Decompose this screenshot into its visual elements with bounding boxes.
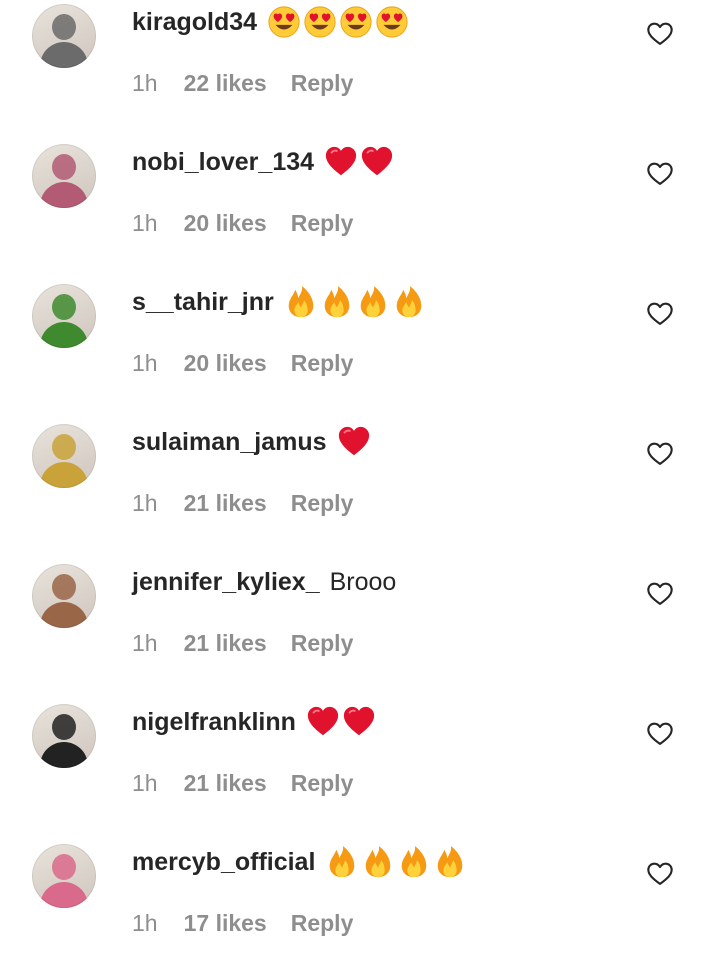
- heart-eyes-emoji: [268, 6, 300, 38]
- avatar[interactable]: [32, 844, 96, 908]
- comment-content: kiragold34: [132, 2, 409, 42]
- heart-outline-icon[interactable]: [646, 580, 674, 608]
- comment-time: 1h: [132, 909, 158, 936]
- comment-content: mercyb_official: [132, 842, 467, 882]
- avatar[interactable]: [32, 564, 96, 628]
- comment-likes[interactable]: 22 likes: [184, 70, 267, 97]
- avatar[interactable]: [32, 704, 96, 768]
- comment-meta: 1h 20 likes Reply: [132, 206, 353, 240]
- comment-time: 1h: [132, 209, 158, 236]
- fire-emoji: [396, 285, 422, 318]
- comment-text: Brooo: [330, 568, 397, 597]
- comment-time: 1h: [132, 349, 158, 376]
- comment-username[interactable]: s__tahir_jnr: [132, 288, 274, 317]
- comment-meta: 1h 21 likes Reply: [132, 766, 353, 800]
- comment-item: jennifer_kyliex_ Brooo 1h 21 likes Reply: [0, 560, 720, 700]
- comment-item: sulaiman_jamus 1h 21 likes Reply: [0, 420, 720, 560]
- heart-outline-icon[interactable]: [646, 860, 674, 888]
- avatar[interactable]: [32, 424, 96, 488]
- reply-button[interactable]: Reply: [291, 630, 354, 657]
- red-heart-emoji: [338, 426, 369, 456]
- avatar[interactable]: [32, 284, 96, 348]
- comment-meta: 1h 20 likes Reply: [132, 346, 353, 380]
- comment-item: s__tahir_jnr 1h 20 likes Reply: [0, 280, 720, 420]
- avatar[interactable]: [32, 144, 96, 208]
- heart-eyes-emoji: [376, 6, 408, 38]
- comment-text: [284, 285, 426, 319]
- comment-item: kiragold34 1h 22 likes Reply: [0, 0, 720, 140]
- comment-likes[interactable]: 17 likes: [184, 910, 267, 937]
- comment-text: [306, 705, 376, 739]
- fire-emoji: [360, 285, 386, 318]
- heart-outline-icon[interactable]: [646, 440, 674, 468]
- reply-button[interactable]: Reply: [291, 350, 354, 377]
- comment-username[interactable]: nigelfranklinn: [132, 708, 296, 737]
- comment-username[interactable]: sulaiman_jamus: [132, 428, 327, 457]
- comment-content: nigelfranklinn: [132, 702, 376, 742]
- reply-button[interactable]: Reply: [291, 910, 354, 937]
- red-heart-emoji: [361, 146, 393, 176]
- red-heart-emoji: [325, 146, 357, 176]
- comment-time: 1h: [132, 769, 158, 796]
- reply-button[interactable]: Reply: [291, 490, 354, 517]
- fire-emoji: [438, 845, 463, 878]
- heart-eyes-emoji: [304, 6, 336, 38]
- comment-content: sulaiman_jamus: [132, 422, 371, 462]
- comment-text: [337, 425, 371, 459]
- comment-item: nigelfranklinn 1h 21 likes Reply: [0, 700, 720, 840]
- fire-emoji: [330, 845, 355, 878]
- fire-emoji: [402, 845, 427, 878]
- comment-meta: 1h 22 likes Reply: [132, 66, 353, 100]
- comment-time: 1h: [132, 489, 158, 516]
- avatar[interactable]: [32, 4, 96, 68]
- red-heart-emoji: [307, 706, 339, 736]
- comment-username[interactable]: kiragold34: [132, 8, 257, 37]
- comment-content: s__tahir_jnr: [132, 282, 426, 322]
- comment-text: [324, 145, 394, 179]
- comment-username[interactable]: jennifer_kyliex_: [132, 568, 320, 597]
- comment-likes[interactable]: 21 likes: [184, 490, 267, 517]
- heart-outline-icon[interactable]: [646, 20, 674, 48]
- comment-likes[interactable]: 21 likes: [184, 630, 267, 657]
- heart-outline-icon[interactable]: [646, 300, 674, 328]
- comment-time: 1h: [132, 69, 158, 96]
- heart-outline-icon[interactable]: [646, 160, 674, 188]
- comment-content: nobi_lover_134: [132, 142, 394, 182]
- reply-button[interactable]: Reply: [291, 770, 354, 797]
- comment-meta: 1h 21 likes Reply: [132, 626, 353, 660]
- comment-text: [325, 845, 467, 879]
- comment-content: jennifer_kyliex_ Brooo: [132, 562, 396, 602]
- comment-item: nobi_lover_134 1h 20 likes Reply: [0, 140, 720, 280]
- reply-button[interactable]: Reply: [291, 70, 354, 97]
- comment-item: mercyb_official 1h 17 likes Reply: [0, 840, 720, 980]
- heart-eyes-emoji: [340, 6, 372, 38]
- heart-outline-icon[interactable]: [646, 720, 674, 748]
- reply-button[interactable]: Reply: [291, 210, 354, 237]
- comment-likes[interactable]: 21 likes: [184, 770, 267, 797]
- comment-likes[interactable]: 20 likes: [184, 210, 267, 237]
- red-heart-emoji: [343, 706, 375, 736]
- comment-text: [267, 5, 409, 39]
- comment-username[interactable]: mercyb_official: [132, 848, 315, 877]
- comment-username[interactable]: nobi_lover_134: [132, 148, 314, 177]
- comment-text-content: Brooo: [329, 567, 397, 596]
- comment-likes[interactable]: 20 likes: [184, 350, 267, 377]
- comment-meta: 1h 21 likes Reply: [132, 486, 353, 520]
- fire-emoji: [366, 845, 391, 878]
- comments-list: kiragold34 1h 22 likes Reply nobi_lover_134 1…: [0, 0, 720, 936]
- fire-emoji: [324, 285, 350, 318]
- comment-time: 1h: [132, 629, 158, 656]
- fire-emoji: [288, 285, 314, 318]
